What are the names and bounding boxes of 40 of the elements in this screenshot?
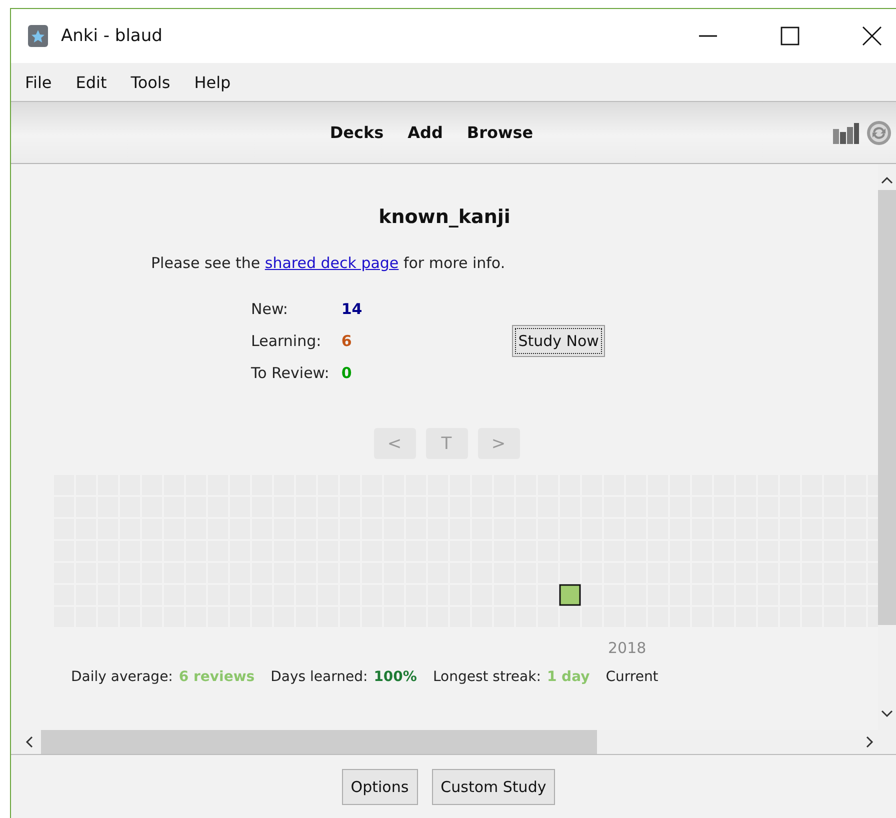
stat-value: 100% [374,669,417,685]
horizontal-scrollbar[interactable] [11,730,896,755]
menu-item[interactable]: Tools [130,72,170,92]
deck-title: known_kanji [378,206,512,228]
stat-label: Daily average: [71,669,173,685]
count-label: To Review: [251,364,330,382]
bottom-button[interactable]: Custom Study [432,769,556,805]
scroll-down-icon[interactable] [881,710,893,718]
scroll-right-icon[interactable] [866,736,874,748]
close-icon[interactable] [862,26,882,46]
stat-label: Days learned: [270,669,368,685]
menu-item[interactable]: Edit [76,72,107,92]
toolbar-link[interactable]: Decks [330,123,384,142]
shared-deck-link[interactable]: shared deck page [264,254,399,272]
maximize-icon[interactable] [780,26,800,46]
count-value: 6 [341,332,353,350]
stat-label: Current [606,669,658,685]
app-icon [27,24,49,48]
count-label: New: [251,300,289,318]
year-label: 2018 [608,639,648,657]
menu-item[interactable]: File [25,72,52,92]
bottom-button[interactable]: Options [342,769,418,805]
stat-value: 1 day [546,669,590,685]
study-now-button[interactable]: Study Now [512,325,605,357]
bar-chart-icon[interactable] [832,120,860,144]
toolbar-link[interactable]: Browse [466,123,534,142]
deck-description: Please see the shared deck page for more info. [151,254,506,272]
scroll-up-icon[interactable] [881,176,893,184]
stat-label: Longest streak: [432,669,541,685]
stat-value: 6 reviews [178,669,255,685]
window-title: Anki - blaud [61,26,162,46]
sync-icon[interactable] [866,120,892,146]
scroll-left-icon[interactable] [25,736,33,748]
scrollbar-thumb[interactable] [878,190,896,625]
count-value: 14 [341,300,362,318]
menu-item[interactable]: Help [194,72,231,92]
count-value: 0 [341,364,353,382]
toolbar-link[interactable]: Add [408,123,443,142]
scrollbar-thumb[interactable] [41,730,597,754]
count-label: Learning: [251,332,322,350]
